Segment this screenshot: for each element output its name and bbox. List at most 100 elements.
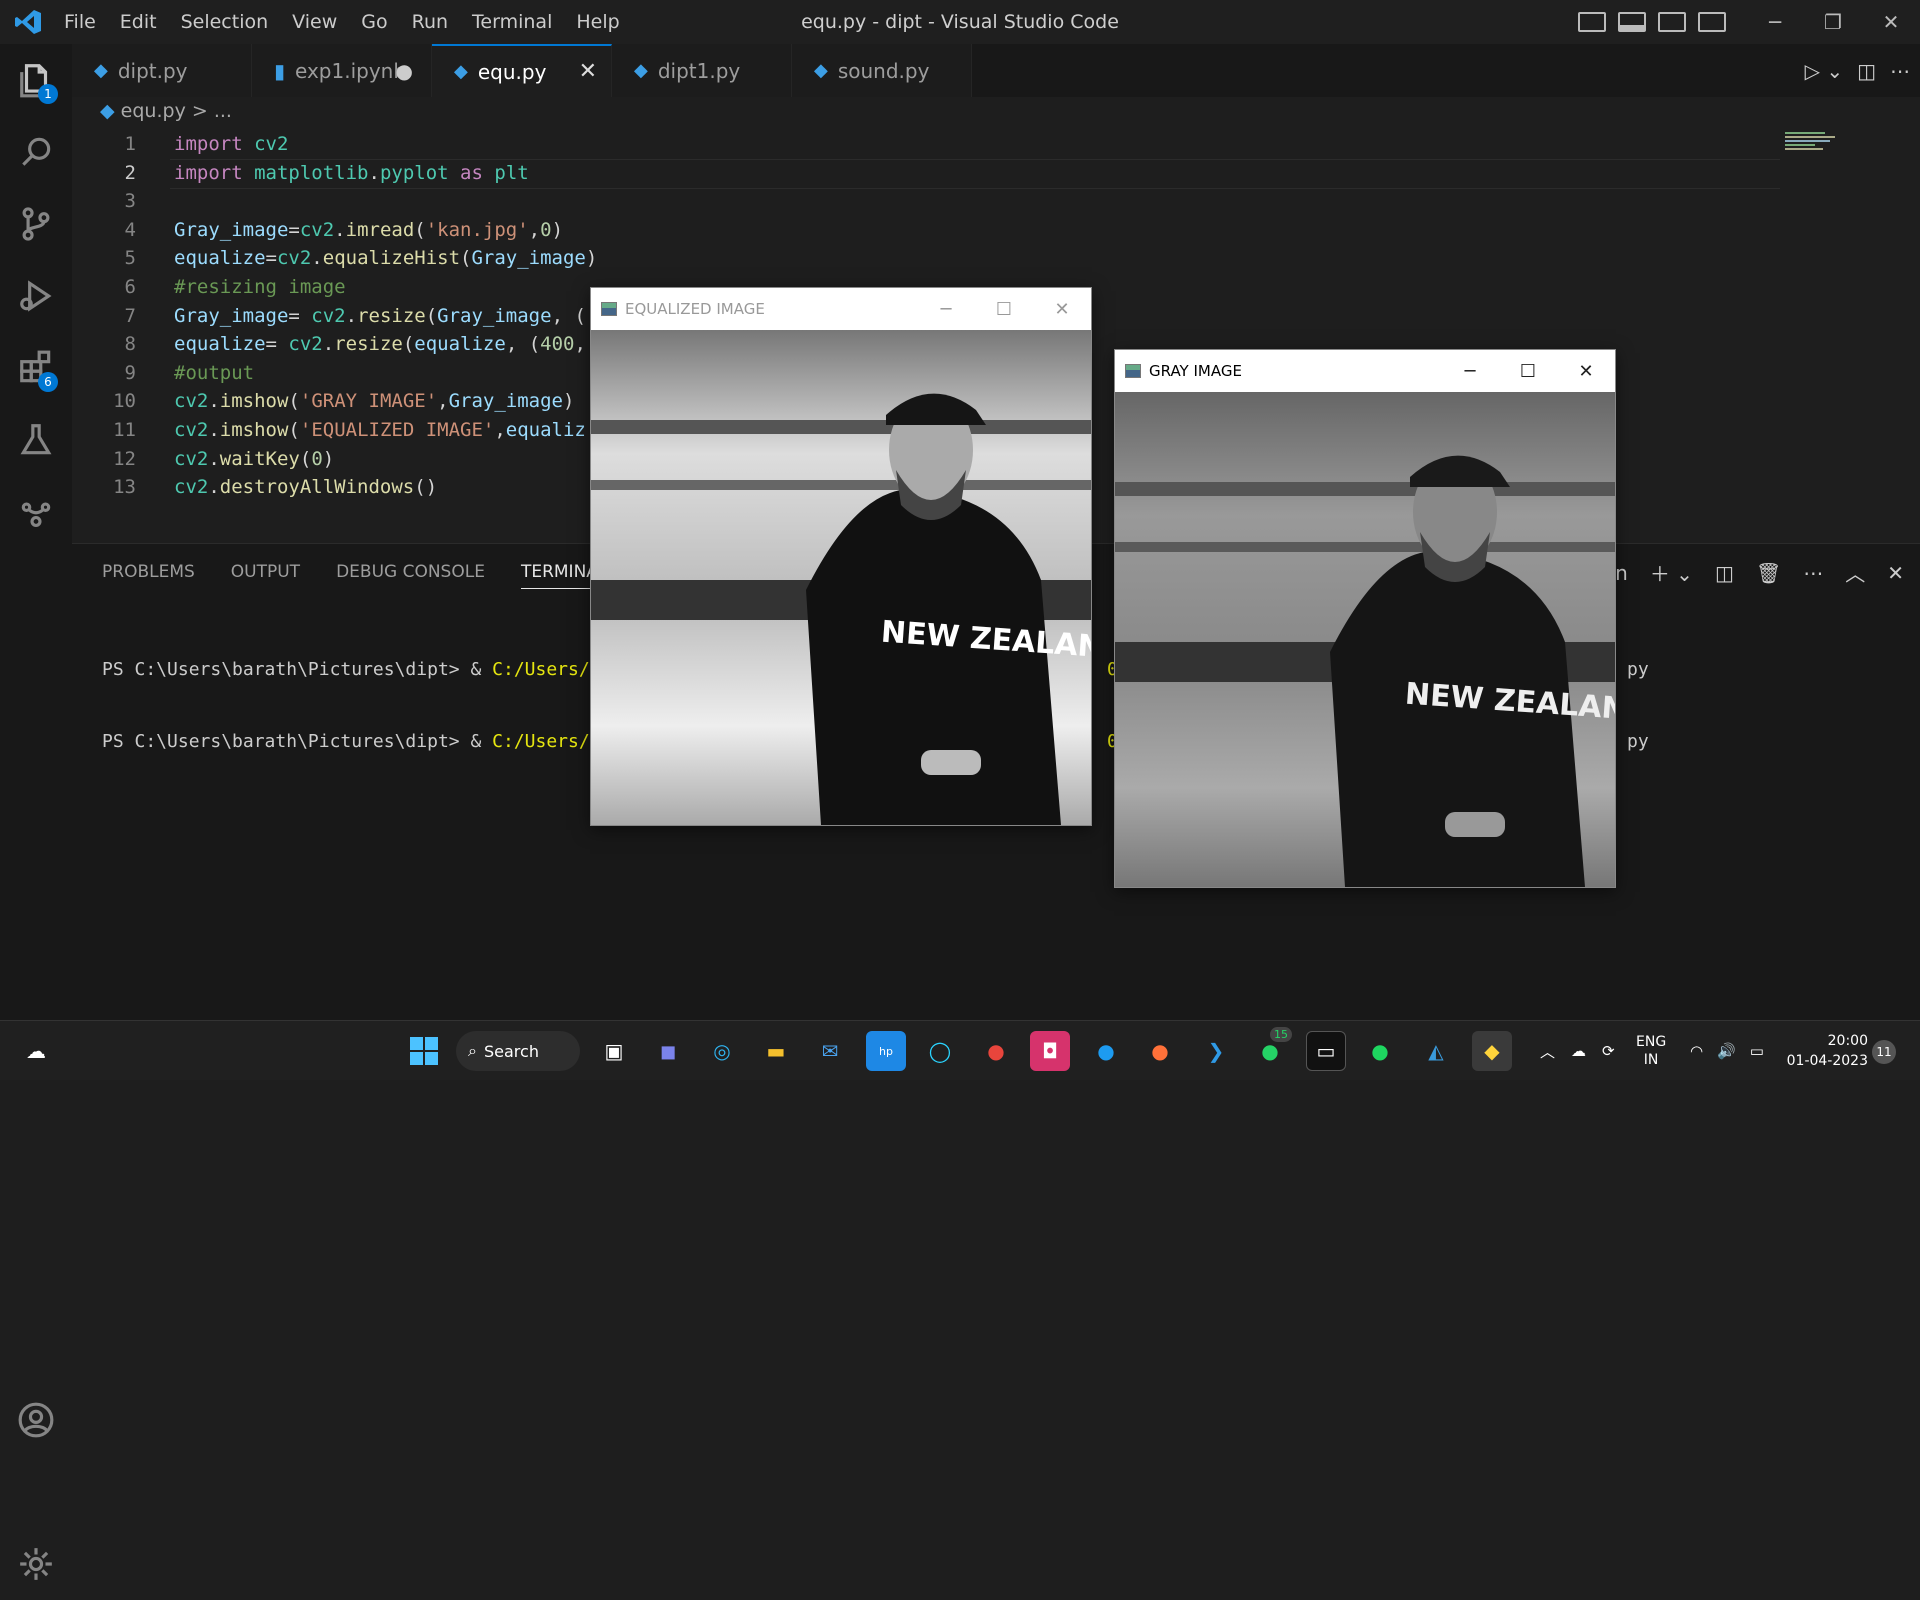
line-number: 10 [113, 390, 136, 413]
new-terminal-icon[interactable]: ＋ ⌄ [1650, 558, 1693, 587]
menu-terminal[interactable]: Terminal [460, 0, 564, 44]
show-hidden-icons-icon[interactable]: ︿ [1540, 1041, 1555, 1062]
minimap[interactable] [1785, 130, 1845, 160]
source-control-icon[interactable] [0, 188, 72, 260]
start-windows-icon[interactable] [404, 1031, 444, 1071]
notification-badge[interactable]: 11 [1872, 1040, 1896, 1064]
restore-button[interactable]: ❐ [1804, 0, 1862, 44]
terminal-path-end: py [1627, 659, 1649, 680]
panel-tab-problems[interactable]: PROBLEMS [102, 562, 195, 589]
more-actions-icon[interactable]: ⋯ [1890, 59, 1910, 83]
breadcrumb-separator: > [191, 100, 208, 122]
minimize-button[interactable]: ─ [1441, 350, 1499, 392]
mail-icon[interactable]: ✉ [810, 1031, 850, 1071]
gray-image-window[interactable]: GRAY IMAGE ─ ☐ ✕ NEW ZEALAN [1114, 349, 1616, 888]
weather-widget-icon[interactable]: ☁ [16, 1031, 56, 1071]
settings-gear-icon[interactable] [0, 1528, 72, 1600]
maximize-panel-icon[interactable]: ︿ [1845, 558, 1865, 587]
maximize-button[interactable]: ☐ [1499, 350, 1557, 392]
wifi-icon[interactable]: ◠ [1690, 1042, 1703, 1060]
remote-explorer-icon[interactable] [0, 476, 72, 548]
spotify-icon[interactable]: ● [1360, 1031, 1400, 1071]
teams-icon[interactable]: ◼ [648, 1031, 688, 1071]
alexa-icon[interactable]: ◯ [920, 1031, 960, 1071]
clock[interactable]: 20:00 01-04-2023 [1784, 1021, 1868, 1081]
panel-tab-output[interactable]: OUTPUT [231, 562, 300, 589]
firefox-icon[interactable]: ● [1140, 1031, 1180, 1071]
testing-icon[interactable] [0, 404, 72, 476]
terminal-output[interactable]: PS C:\Users\barath\Pictures\dipt> & C:/U… [102, 610, 1649, 802]
onedrive-icon[interactable]: ☁ [1571, 1042, 1586, 1060]
minimize-button[interactable]: ─ [917, 288, 975, 330]
customize-layout-icon[interactable] [1698, 12, 1726, 32]
close-window-button[interactable]: ✕ [1862, 0, 1920, 44]
clock-time: 20:00 [1827, 1033, 1868, 1049]
edge-icon[interactable]: ◎ [702, 1031, 742, 1071]
python-window-icon[interactable]: ◆ [1472, 1031, 1512, 1071]
close-panel-icon[interactable]: ✕ [1887, 561, 1904, 585]
code-line[interactable]: 4 Gray_image=cv2.imread('kan.jpg',0) [72, 216, 1772, 245]
search-icon[interactable] [0, 116, 72, 188]
menu-edit[interactable]: Edit [108, 0, 169, 44]
taskbar-search-box[interactable]: ⌕ Search [456, 1031, 580, 1071]
line-number: 6 [124, 275, 136, 298]
sync-icon[interactable]: ⟳ [1602, 1042, 1615, 1060]
toggle-panel-icon[interactable] [1618, 12, 1646, 32]
file-explorer-icon[interactable]: ▬ [756, 1031, 796, 1071]
run-debug-icon[interactable] [0, 260, 72, 332]
split-terminal-icon[interactable]: ◫ [1715, 561, 1734, 585]
tab-dipt[interactable]: ◆ dipt.py [72, 44, 252, 97]
extensions-icon[interactable]: 6 [0, 332, 72, 404]
tab-label: sound.py [837, 58, 930, 83]
maximize-button[interactable]: ☐ [975, 288, 1033, 330]
close-button[interactable]: ✕ [1033, 288, 1091, 330]
menu-view[interactable]: View [280, 0, 349, 44]
accounts-icon[interactable] [0, 1384, 72, 1456]
split-editor-icon[interactable]: ◫ [1857, 59, 1876, 83]
breadcrumb-rest[interactable]: ... [214, 100, 232, 122]
menu-go[interactable]: Go [349, 0, 399, 44]
volume-icon[interactable]: 🔊 [1717, 1042, 1736, 1060]
breadcrumb-file[interactable]: equ.py [121, 100, 186, 122]
explorer-icon[interactable]: 1 [0, 44, 72, 116]
photos-icon[interactable]: ◭ [1416, 1031, 1456, 1071]
instagram-icon[interactable]: ◘ [1030, 1031, 1070, 1071]
menu-help[interactable]: Help [564, 0, 631, 44]
terminal-icon[interactable]: ▭ [1306, 1031, 1346, 1071]
whatsapp-icon[interactable]: ● 15 [1250, 1027, 1292, 1071]
code-line[interactable]: 1 import cv2 [72, 130, 1772, 159]
tab-dipt1[interactable]: ◆ dipt1.py [612, 44, 792, 97]
line-number: 8 [124, 333, 136, 356]
kill-terminal-icon[interactable]: 🗑 [1756, 561, 1781, 585]
code-line[interactable]: 2 import matplotlib.pyplot as plt [72, 159, 1772, 188]
task-view-icon[interactable]: ▣ [594, 1031, 634, 1071]
line-number: 11 [113, 418, 136, 441]
menu-run[interactable]: Run [400, 0, 460, 44]
more-icon[interactable]: ⋯ [1803, 561, 1823, 585]
panel-tab-debug-console[interactable]: DEBUG CONSOLE [336, 562, 485, 589]
explorer-badge: 1 [38, 84, 58, 104]
tab-equ[interactable]: ◆ equ.py ✕ [432, 44, 612, 97]
toggle-sidebar-icon[interactable] [1578, 12, 1606, 32]
menu-file[interactable]: File [52, 0, 108, 44]
equalized-image-window[interactable]: EQUALIZED IMAGE ─ ☐ ✕ NEW ZEALAN [590, 287, 1092, 826]
chrome-icon[interactable]: ● [976, 1031, 1016, 1071]
code-text: cv2.imshow('EQUALIZED IMAGE',equaliz [174, 418, 586, 441]
run-file-icon[interactable]: ▷ ⌄ [1805, 59, 1844, 83]
myhp-icon[interactable]: hp [866, 1031, 906, 1071]
battery-icon[interactable]: ▭ [1750, 1042, 1764, 1060]
close-tab-icon[interactable]: ✕ [579, 59, 597, 84]
close-button[interactable]: ✕ [1557, 350, 1615, 392]
tab-sound[interactable]: ◆ sound.py [792, 44, 972, 97]
language-indicator[interactable]: ENG IN [1636, 1021, 1666, 1081]
toggle-secondary-sidebar-icon[interactable] [1658, 12, 1686, 32]
code-line[interactable]: 3 [72, 187, 1772, 216]
code-line[interactable]: 5 equalize=cv2.equalizeHist(Gray_image) [72, 244, 1772, 273]
vscode-logo-icon[interactable] [14, 9, 42, 35]
menu-selection[interactable]: Selection [169, 0, 281, 44]
minimize-button[interactable]: ─ [1746, 0, 1804, 44]
vscode-icon[interactable]: ❯ [1196, 1031, 1236, 1071]
twitter-icon[interactable]: ● [1086, 1031, 1126, 1071]
tab-exp1[interactable]: ▮ exp1.ipynb ● [252, 44, 432, 97]
gray-photo: NEW ZEALAN [1115, 392, 1615, 887]
